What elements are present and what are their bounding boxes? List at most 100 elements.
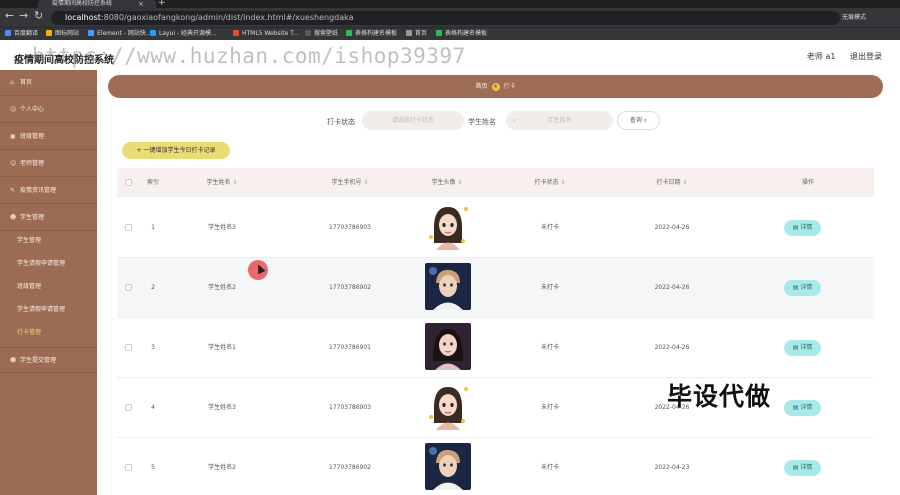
cell-phone: 17703786903 xyxy=(329,404,371,411)
table-row: 2 学生姓名2 17703786902 未打卡 2022-04-26 ▤ 详情 xyxy=(117,258,874,318)
cell-status: 未打卡 xyxy=(540,464,560,471)
cell-status: 未打卡 xyxy=(540,404,560,411)
sort-icon[interactable]: ⇕ xyxy=(362,179,368,186)
bookmark-label: 表格构建名模板 xyxy=(445,30,488,37)
sort-icon[interactable]: ⇕ xyxy=(559,179,565,186)
select-all-checkbox[interactable] xyxy=(125,179,132,186)
forward-icon[interactable]: → xyxy=(19,10,28,22)
bookmark-item[interactable]: Element - 网站快... xyxy=(88,28,152,40)
breadcrumb-home[interactable]: 首页 xyxy=(475,83,487,90)
sort-icon[interactable]: ⇕ xyxy=(681,179,687,186)
row-checkbox[interactable] xyxy=(125,284,132,291)
sidebar-item[interactable]: ☻ 学生提交管理 xyxy=(0,347,97,373)
cell-name: 学生姓名3 xyxy=(208,404,236,411)
sidebar-item-label: 班级管理 xyxy=(20,133,45,140)
student-avatar xyxy=(425,263,471,310)
column-header[interactable]: 打卡状态 ⇕ xyxy=(535,168,566,197)
column-header[interactable]: 学生头像 ⇕ xyxy=(432,168,463,197)
back-icon[interactable]: ← xyxy=(5,10,14,22)
close-tab-icon[interactable]: × xyxy=(138,0,144,8)
student-avatar xyxy=(425,383,471,430)
bookmark-favicon-icon xyxy=(150,30,156,36)
bookmark-item[interactable]: 图标网站 xyxy=(46,28,79,40)
bookmark-item[interactable]: 表格构建名模板 xyxy=(346,28,397,40)
sidebar-item-icon: ☻ xyxy=(10,214,17,221)
bookmark-item[interactable]: Layui - 经典开源模... xyxy=(150,28,217,40)
cell-index: 2 xyxy=(151,284,155,291)
cell-phone: 17703786902 xyxy=(329,284,371,291)
add-today-checkin-button[interactable]: + 一键增加学生今日打卡记录 xyxy=(122,142,230,159)
detail-button-label: 详情 xyxy=(800,464,813,471)
bookmark-item[interactable]: 百度翻译 xyxy=(5,28,38,40)
sidebar-subitem[interactable]: 打卡管理 xyxy=(0,322,97,344)
url-host: localhost xyxy=(65,13,101,22)
cell-index: 3 xyxy=(151,344,155,351)
sidebar-item[interactable]: ✎ 疫情资讯管理 xyxy=(0,178,97,204)
bookmark-item[interactable]: 表格构建名模板 xyxy=(436,28,487,40)
bookmark-item[interactable]: HTML5 Website T... xyxy=(233,28,299,40)
sidebar-item-icon: ⌂ xyxy=(10,79,14,86)
sidebar-subitem[interactable]: 学生请假申请管理 xyxy=(0,253,97,275)
student-avatar xyxy=(425,203,471,250)
column-header-label: 学生头像 xyxy=(431,179,456,186)
bookmark-label: 百度翻译 xyxy=(14,30,39,37)
sidebar-item-label: 首页 xyxy=(20,79,33,86)
sidebar-item[interactable]: ☺ 老师管理 xyxy=(0,151,97,177)
overlay-caption: 毕设代做 xyxy=(667,382,772,411)
reload-icon[interactable]: ↻ xyxy=(34,10,43,22)
plus-icon: + xyxy=(136,147,142,154)
detail-button-label: 详情 xyxy=(800,284,813,291)
tab-title: 疫情期间高校防控系统 xyxy=(52,0,113,7)
detail-button-label: 详情 xyxy=(800,344,813,351)
bookmark-favicon-icon xyxy=(88,30,94,36)
cell-date: 2022-04-26 xyxy=(654,284,690,291)
column-header[interactable]: 学生手机号 ⇕ xyxy=(332,168,369,197)
sidebar-item[interactable]: ☺ 个人中心 xyxy=(0,97,97,123)
sidebar-item[interactable]: ▣ 班级管理 xyxy=(0,124,97,150)
sidebar-subitem[interactable]: 学生管理 xyxy=(0,230,97,252)
sort-icon[interactable]: ⇕ xyxy=(456,179,462,186)
detail-button[interactable]: ▤ 详情 xyxy=(784,220,821,236)
detail-button[interactable]: ▤ 详情 xyxy=(784,280,821,296)
sidebar-item-icon: ☺ xyxy=(10,106,17,113)
column-header[interactable]: 学生姓名 ⇕ xyxy=(207,168,238,197)
sort-icon[interactable]: ⇕ xyxy=(231,179,237,186)
header-user-area: 老师 a1 退出登录 xyxy=(795,51,882,62)
detail-button[interactable]: ▤ 详情 xyxy=(784,340,821,356)
row-checkbox[interactable] xyxy=(125,224,132,231)
app-title: 疫情期间高校防控系统 xyxy=(14,55,114,66)
column-header: 操作 xyxy=(802,168,814,197)
sidebar-item-icon: ▣ xyxy=(10,133,16,140)
profile-badge[interactable]: 无痕模式 xyxy=(842,11,884,25)
column-header-label: 学生手机号 xyxy=(331,179,362,186)
sidebar-subitem[interactable]: 班级管理 xyxy=(0,276,97,298)
bookmark-item[interactable]: 首页 xyxy=(406,28,427,40)
status-filter-placeholder: 请选择打卡状态 xyxy=(391,117,434,124)
row-checkbox[interactable] xyxy=(125,404,132,411)
status-filter-select[interactable]: 请选择打卡状态 xyxy=(362,111,464,130)
logout-link[interactable]: 退出登录 xyxy=(850,52,882,61)
row-checkbox[interactable] xyxy=(125,464,132,471)
bookmark-favicon-icon xyxy=(436,30,442,36)
url-path: :8080/gaoxiaofangkong/admin/dist/index.h… xyxy=(100,13,354,22)
table-row: 1 学生姓名3 17703786903 未打卡 2022-04-26 ▤ 详情 xyxy=(117,198,874,258)
column-header-label: 操作 xyxy=(801,179,815,186)
new-tab-icon[interactable]: + xyxy=(158,0,166,8)
bookmark-label: 首页 xyxy=(415,30,428,37)
bookmark-item[interactable]: 搜索壁纸 xyxy=(305,28,338,40)
bookmark-label: Element - 网站快... xyxy=(97,30,152,37)
bookmark-label: 表格构建名模板 xyxy=(355,30,398,37)
bookmark-label: Layui - 经典开源模... xyxy=(159,30,217,37)
detail-button[interactable]: ▤ 详情 xyxy=(784,460,821,476)
row-checkbox[interactable] xyxy=(125,344,132,351)
name-filter-input[interactable]: ⌕ 学生姓名 xyxy=(506,111,613,130)
sidebar-item[interactable]: ☻ 学生管理 xyxy=(0,205,97,231)
address-bar[interactable]: localhost:8080/gaoxiaofangkong/admin/dis… xyxy=(51,11,840,25)
search-button[interactable]: 查询 ⌕ xyxy=(617,111,660,130)
sidebar-item[interactable]: ⌂ 首页 xyxy=(0,70,97,96)
sidebar-subitem[interactable]: 学生请假申请管理 xyxy=(0,299,97,321)
name-filter-placeholder: 学生姓名 xyxy=(547,117,572,124)
column-header[interactable]: 打卡日期 ⇕ xyxy=(657,168,688,197)
cell-date: 2022-04-26 xyxy=(654,344,690,351)
detail-button[interactable]: ▤ 详情 xyxy=(784,400,821,416)
